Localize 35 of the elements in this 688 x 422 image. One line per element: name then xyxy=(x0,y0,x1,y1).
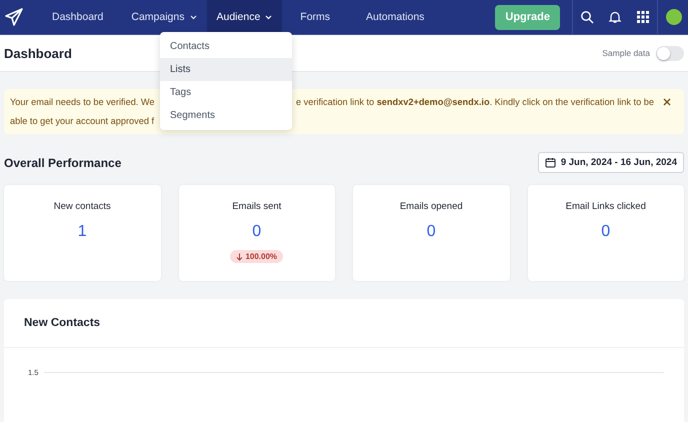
change-badge: 100.00% xyxy=(230,250,284,263)
grid-icon[interactable] xyxy=(636,10,650,24)
chart-title: New Contacts xyxy=(4,299,684,348)
stat-label: Emails sent xyxy=(232,201,282,212)
stat-value: 0 xyxy=(426,223,436,241)
banner-text: e verification link to sendxv2+demo@sendx.io. Kindly click on the verification link to be xyxy=(296,96,655,109)
stat-value: 1 xyxy=(78,223,87,241)
menu-item[interactable]: Segments xyxy=(160,104,292,127)
nav-tab[interactable]: Audience xyxy=(206,0,282,34)
stat-value: 0 xyxy=(601,223,610,241)
stat-value: 0 xyxy=(252,223,262,241)
nav-tab[interactable]: Forms xyxy=(282,0,348,34)
banner-text: able to get your account approved f xyxy=(10,115,156,128)
search-icon[interactable] xyxy=(580,10,594,24)
stat-label: Emails opened xyxy=(400,201,463,212)
sample-data-label: Sample data xyxy=(602,48,650,58)
nav-tab[interactable]: Campaigns xyxy=(121,0,206,34)
arrow-down-icon xyxy=(236,252,244,260)
paper-plane-icon[interactable] xyxy=(4,7,24,27)
date-range-picker[interactable]: 9 Jun, 2024 - 16 Jun, 2024 xyxy=(538,152,684,173)
page-title: Dashboard xyxy=(4,46,72,60)
bell-icon[interactable] xyxy=(608,10,622,24)
stat-label: Email Links clicked xyxy=(566,201,646,212)
avatar[interactable] xyxy=(666,9,682,25)
menu-item[interactable]: Lists xyxy=(160,58,292,81)
calendar-icon xyxy=(544,157,556,168)
menu-item[interactable]: Tags xyxy=(160,81,292,104)
menu-item[interactable]: Contacts xyxy=(160,35,292,58)
stat-label: New contacts xyxy=(54,201,111,212)
banner-text: Your email needs to be verified. We xyxy=(10,96,156,109)
close-icon[interactable] xyxy=(662,97,672,107)
nav-tab[interactable]: Automations xyxy=(348,0,442,34)
nav-tab[interactable]: Dashboard xyxy=(34,0,122,34)
section-title: Overall Performance xyxy=(4,156,122,170)
sample-data-toggle[interactable] xyxy=(656,46,684,60)
